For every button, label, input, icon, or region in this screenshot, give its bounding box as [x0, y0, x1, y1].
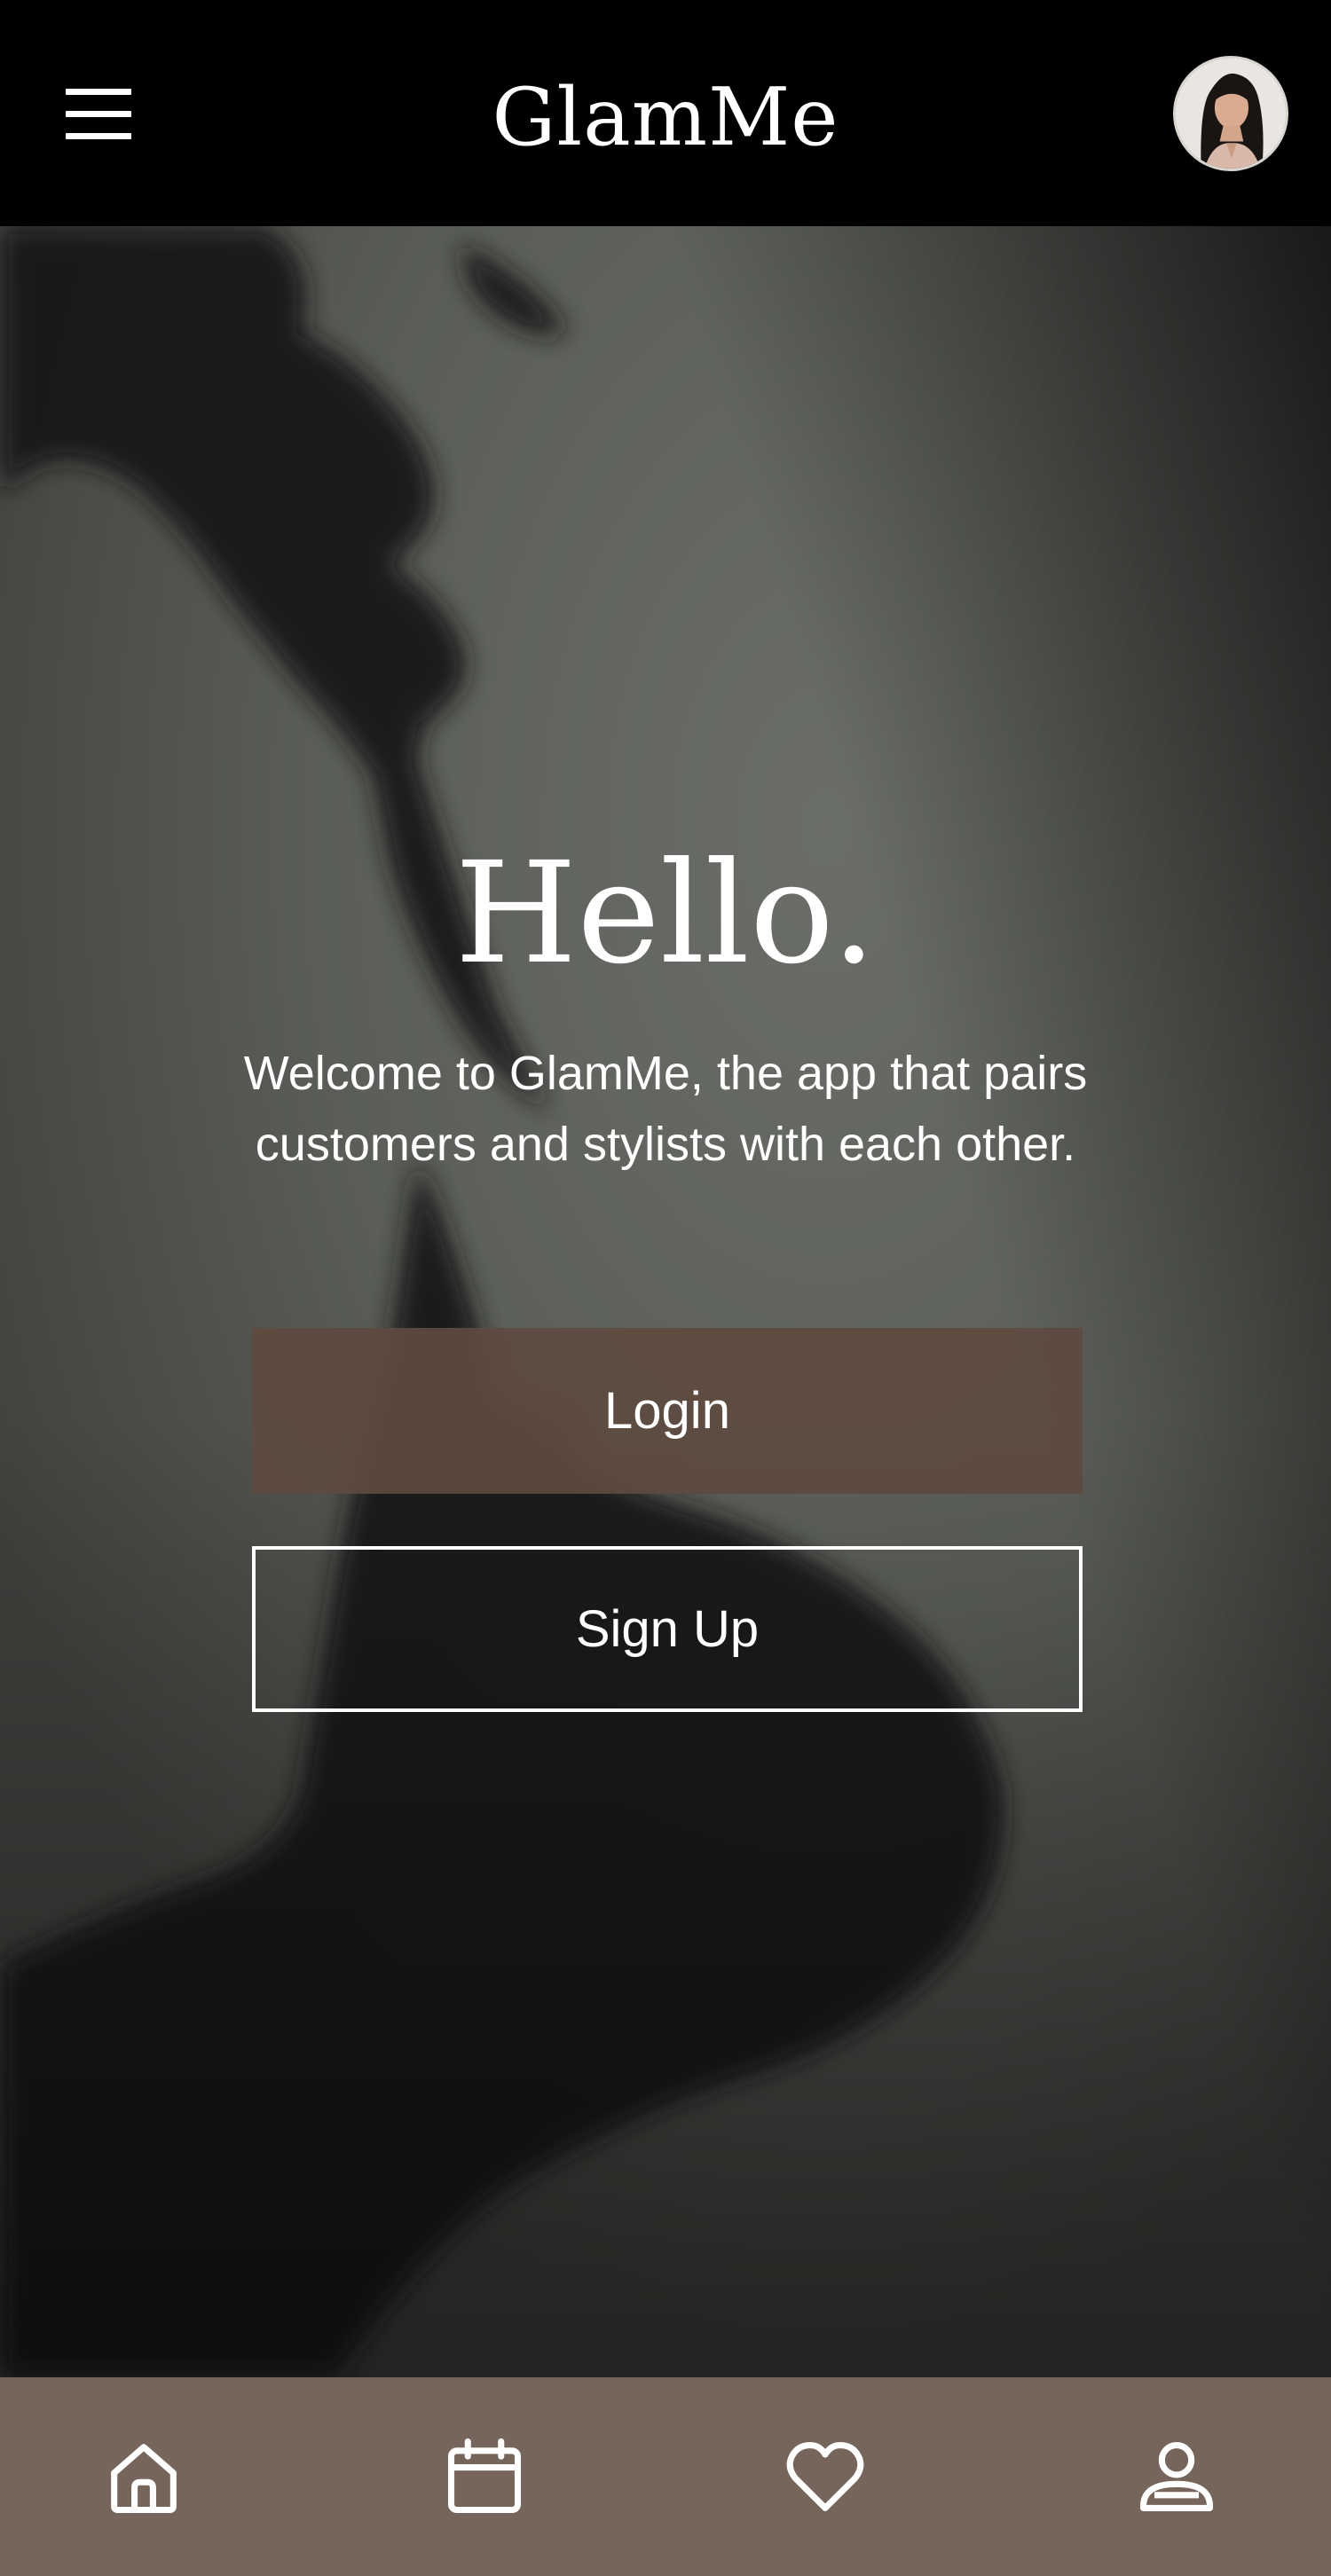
- welcome-text-line-1: Welcome to GlamMe, the app that pairs: [243, 1047, 1088, 1100]
- profile-icon: [1139, 2442, 1214, 2511]
- hero-heading: Hello.: [454, 832, 877, 995]
- home-icon: [111, 2444, 177, 2514]
- background-image: [0, 226, 1331, 2377]
- calendar-icon: [447, 2438, 522, 2514]
- nav-favorites[interactable]: [772, 2423, 878, 2530]
- bottom-nav: [0, 2377, 1331, 2576]
- nav-calendar[interactable]: [431, 2423, 538, 2530]
- welcome-text: Welcome to GlamMe, the app that pairs cu…: [133, 1038, 1198, 1180]
- avatar-portrait: [1176, 59, 1286, 169]
- hero-section: Hello. Welcome to GlamMe, the app that p…: [0, 226, 1331, 2377]
- login-button[interactable]: Login: [252, 1328, 1083, 1494]
- user-avatar[interactable]: [1173, 56, 1288, 171]
- heart-icon: [786, 2442, 864, 2511]
- app-header: GlamMe: [0, 0, 1331, 226]
- app-title: GlamMe: [492, 71, 839, 164]
- signup-button[interactable]: Sign Up: [252, 1546, 1083, 1712]
- welcome-text-line-2: customers and stylists with each other.: [255, 1118, 1076, 1171]
- nav-home[interactable]: [91, 2423, 197, 2530]
- nav-profile[interactable]: [1123, 2423, 1230, 2530]
